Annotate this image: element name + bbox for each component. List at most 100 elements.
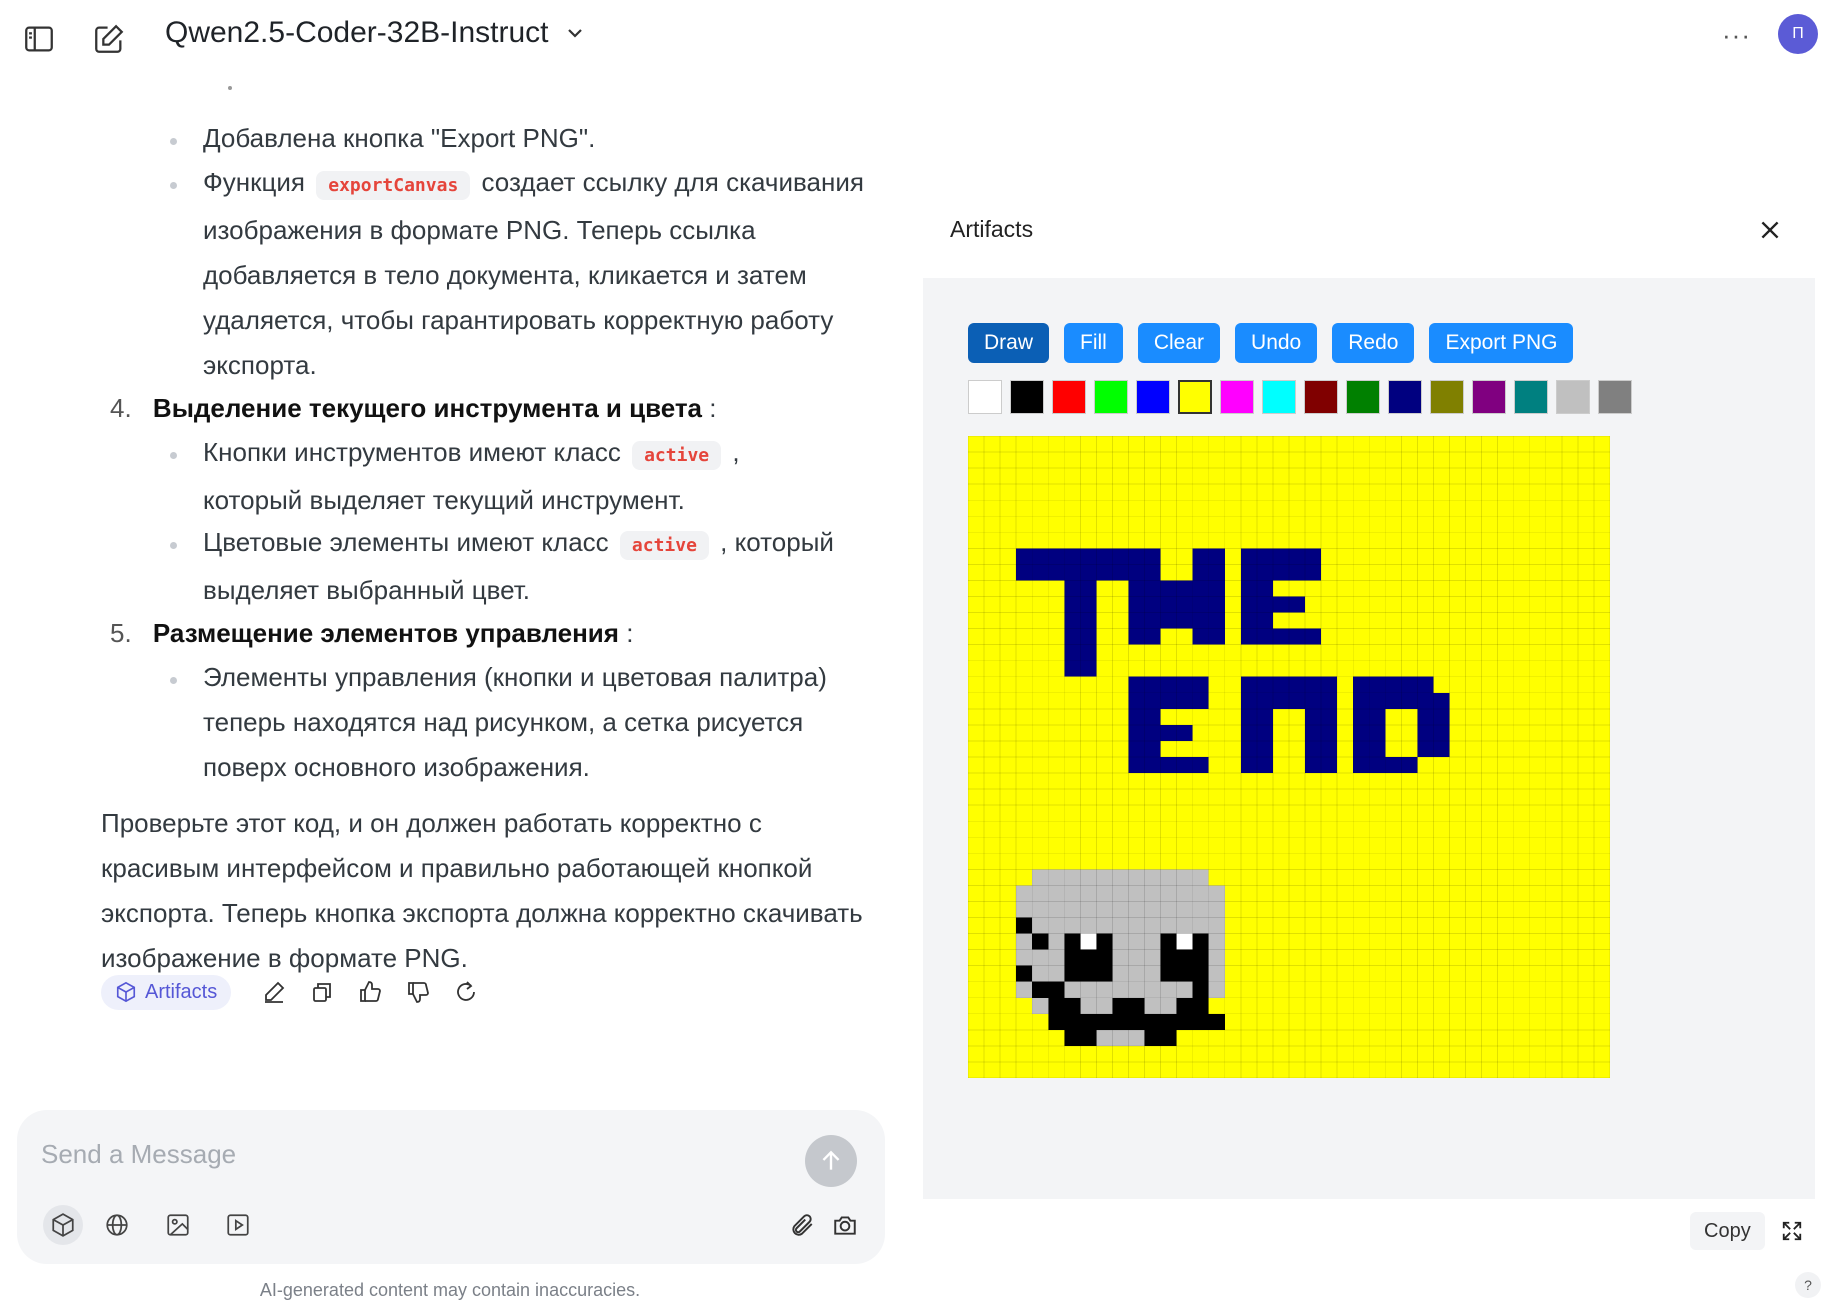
color-swatch[interactable]	[1094, 380, 1128, 414]
feature-pixel	[1016, 965, 1033, 982]
fullscreen-icon[interactable]	[1777, 1216, 1807, 1246]
list-item: Функция exportCanvas создает ссылку для …	[203, 160, 883, 388]
feature-pixel	[1048, 981, 1065, 998]
inline-code: active	[632, 441, 722, 470]
item-number: 4.	[110, 393, 132, 423]
inline-code: active	[619, 531, 709, 560]
color-swatch[interactable]	[1262, 380, 1296, 414]
new-chat-icon[interactable]	[88, 18, 130, 60]
list-item: Цветовые элементы имеют класс active , к…	[203, 520, 883, 613]
item-suffix: :	[709, 393, 717, 423]
face-pixel	[1016, 917, 1225, 934]
color-swatch[interactable]	[1598, 380, 1632, 414]
top-bar: Qwen2.5-Coder-32B-Instruct ··· П	[0, 0, 1831, 76]
color-swatch[interactable]	[1052, 380, 1086, 414]
color-swatch[interactable]	[1136, 380, 1170, 414]
face-pixel	[1016, 901, 1225, 918]
artifacts-chip-label: Artifacts	[145, 980, 218, 1003]
feature-pixel	[1192, 981, 1209, 998]
numbered-item: 4. Выделение текущего инструмента и цвет…	[110, 386, 870, 431]
feature-pixel	[1064, 949, 1113, 966]
truncated-marker	[228, 86, 232, 90]
feature-pixel	[1016, 917, 1033, 934]
bullet-dot	[170, 138, 177, 145]
list-item-text: Элементы управления (кнопки и цветовая п…	[203, 662, 827, 782]
feature-pixel	[1064, 997, 1081, 1014]
color-palette	[968, 380, 1632, 414]
bullet-dot	[170, 182, 177, 189]
send-button[interactable]	[805, 1135, 857, 1187]
color-swatch[interactable]	[1010, 380, 1044, 414]
face-pixel	[1016, 885, 1225, 902]
color-swatch[interactable]	[1388, 380, 1422, 414]
tool-button-undo[interactable]: Undo	[1235, 323, 1318, 363]
help-button[interactable]: ?	[1795, 1272, 1821, 1298]
item-suffix: :	[626, 618, 634, 648]
arrow-up-icon	[822, 1150, 840, 1170]
tool-bar: Draw Fill Clear Undo Redo Export PNG	[968, 323, 1574, 363]
copy-button[interactable]: Copy	[1690, 1212, 1765, 1250]
color-swatch[interactable]	[1514, 380, 1548, 414]
disclaimer-text: AI-generated content may contain inaccur…	[259, 1280, 641, 1300]
cube-icon	[116, 981, 136, 1003]
artifacts-chip[interactable]: Artifacts	[101, 974, 232, 1010]
feature-pixel	[1160, 965, 1209, 982]
feature-pixel	[1112, 1013, 1129, 1030]
color-swatch[interactable]	[1472, 380, 1506, 414]
web-search-icon[interactable]	[97, 1205, 137, 1245]
edit-icon[interactable]	[257, 975, 291, 1009]
list-item-text: Кнопки инструментов имеют класс	[203, 437, 621, 467]
more-options-icon[interactable]: ···	[1722, 20, 1751, 51]
close-icon[interactable]	[1750, 210, 1790, 250]
feature-pixel	[1064, 965, 1113, 982]
list-item-text: Цветовые элементы имеют класс	[203, 527, 609, 557]
thumbs-up-icon[interactable]	[353, 975, 387, 1009]
artifacts-toggle-icon[interactable]	[43, 1205, 83, 1245]
tool-button-fill[interactable]: Fill	[1064, 323, 1123, 363]
feature-pixel	[1192, 997, 1209, 1014]
feature-pixel	[1032, 933, 1049, 950]
image-generation-icon[interactable]	[158, 1205, 198, 1245]
chat-area: Добавлена кнопка "Export PNG". Функция e…	[0, 76, 900, 1086]
color-swatch[interactable]	[1556, 380, 1590, 414]
color-swatch[interactable]	[968, 380, 1002, 414]
tool-button-clear[interactable]: Clear	[1137, 323, 1221, 363]
numbered-item: 5. Размещение элементов управления :	[110, 611, 870, 656]
item-title: Размещение элементов управления	[152, 618, 619, 648]
color-swatch[interactable]	[1430, 380, 1464, 414]
bullet-dot	[170, 677, 177, 684]
copy-icon[interactable]	[305, 975, 339, 1009]
list-item-text: создает ссылку для скачивания изображени…	[203, 167, 864, 380]
list-item-text: Функция	[203, 167, 305, 197]
drawing-canvas[interactable]	[968, 436, 1610, 1078]
highlight-pixel	[1176, 933, 1193, 950]
camera-icon[interactable]	[825, 1205, 865, 1245]
tool-button-export-png[interactable]: Export PNG	[1429, 323, 1574, 363]
face-pixel	[1032, 869, 1209, 886]
model-selector[interactable]: Qwen2.5-Coder-32B-Instruct	[165, 16, 587, 50]
list-item: Добавлена кнопка "Export PNG".	[203, 116, 883, 161]
list-item: Элементы управления (кнопки и цветовая п…	[203, 655, 883, 790]
bullet-dot	[170, 542, 177, 549]
regenerate-icon[interactable]	[449, 975, 483, 1009]
chevron-down-icon	[567, 29, 582, 38]
feature-pixel	[1032, 981, 1049, 998]
sidebar-toggle-icon[interactable]	[18, 18, 60, 60]
color-swatch[interactable]	[1304, 380, 1338, 414]
artifact-preview: Draw Fill Clear Undo Redo Export PNG	[923, 278, 1815, 1199]
bullet-dot	[170, 452, 177, 459]
avatar[interactable]: П	[1778, 14, 1818, 54]
tool-button-redo[interactable]: Redo	[1332, 323, 1415, 363]
item-number: 5.	[110, 618, 132, 648]
color-swatch[interactable]	[1178, 380, 1212, 414]
paperclip-icon[interactable]	[782, 1205, 822, 1245]
message-input[interactable]	[41, 1134, 781, 1174]
video-generation-icon[interactable]	[218, 1205, 258, 1245]
text-pixel	[1272, 628, 1322, 645]
color-swatch[interactable]	[1220, 380, 1254, 414]
thumbs-down-icon[interactable]	[401, 975, 435, 1009]
tool-button-draw[interactable]: Draw	[968, 323, 1050, 363]
message-actions: Artifacts	[101, 971, 483, 1013]
color-swatch[interactable]	[1346, 380, 1380, 414]
list-item-text: Добавлена кнопка "Export PNG".	[203, 123, 596, 153]
